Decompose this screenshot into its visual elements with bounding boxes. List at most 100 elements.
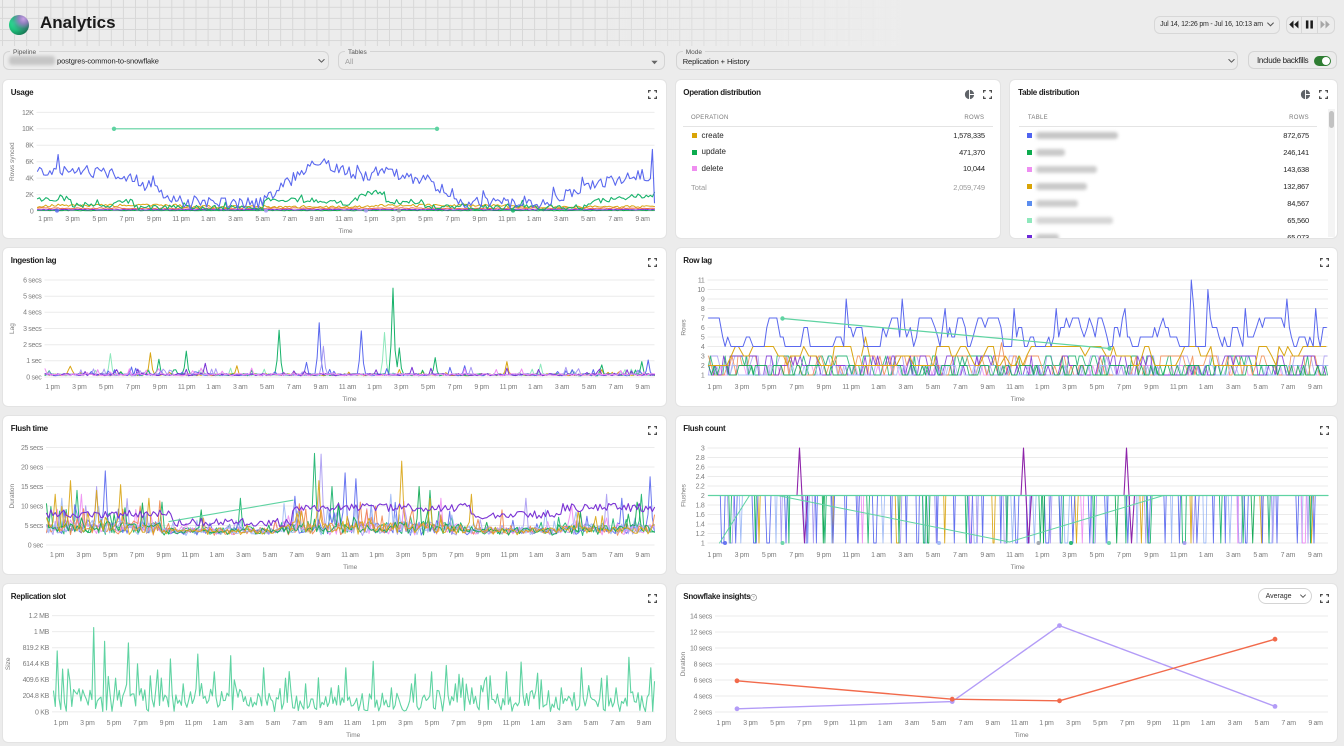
svg-text:9 pm: 9 pm xyxy=(816,552,831,559)
svg-text:7 pm: 7 pm xyxy=(448,384,463,391)
svg-text:7 am: 7 am xyxy=(292,720,307,727)
svg-text:0 sec: 0 sec xyxy=(28,542,44,549)
svg-text:12K: 12K xyxy=(22,110,34,117)
svg-text:9 pm: 9 pm xyxy=(474,384,489,391)
svg-text:1 am: 1 am xyxy=(201,216,216,223)
svg-text:14 secs: 14 secs xyxy=(689,613,712,620)
svg-text:7 am: 7 am xyxy=(953,384,968,391)
svg-text:9 pm: 9 pm xyxy=(1144,552,1159,559)
svg-text:3 pm: 3 pm xyxy=(80,720,95,727)
svg-text:1 pm: 1 pm xyxy=(716,720,731,727)
svg-text:2 secs: 2 secs xyxy=(23,342,42,349)
svg-text:9 am: 9 am xyxy=(1307,384,1322,391)
svg-text:7 am: 7 am xyxy=(1280,384,1295,391)
svg-text:7 am: 7 am xyxy=(608,216,623,223)
svg-text:5 pm: 5 pm xyxy=(418,216,433,223)
svg-text:2.6: 2.6 xyxy=(695,464,704,471)
svg-text:9 pm: 9 pm xyxy=(816,384,831,391)
svg-text:11 pm: 11 pm xyxy=(1172,720,1190,727)
svg-text:11 am: 11 am xyxy=(1010,720,1028,727)
svg-text:7 pm: 7 pm xyxy=(133,720,148,727)
svg-text:5 pm: 5 pm xyxy=(99,384,114,391)
svg-text:1 am: 1 am xyxy=(871,552,886,559)
svg-text:20 secs: 20 secs xyxy=(21,464,44,471)
svg-text:Duration: Duration xyxy=(680,651,687,676)
svg-text:1 pm: 1 pm xyxy=(367,384,382,391)
svg-text:1 am: 1 am xyxy=(213,720,228,727)
svg-text:1: 1 xyxy=(700,540,704,547)
svg-text:5 pm: 5 pm xyxy=(422,552,437,559)
svg-text:1.8: 1.8 xyxy=(695,502,704,509)
svg-text:9 pm: 9 pm xyxy=(1146,720,1161,727)
svg-text:0 sec: 0 sec xyxy=(26,374,42,381)
svg-text:3 pm: 3 pm xyxy=(1062,552,1077,559)
svg-text:3 pm: 3 pm xyxy=(398,720,413,727)
svg-text:1.6: 1.6 xyxy=(695,512,704,519)
svg-text:5 am: 5 am xyxy=(584,720,599,727)
svg-text:3 pm: 3 pm xyxy=(1066,720,1081,727)
svg-text:3 pm: 3 pm xyxy=(72,384,87,391)
svg-text:5 am: 5 am xyxy=(266,720,281,727)
svg-text:9 pm: 9 pm xyxy=(823,720,838,727)
svg-text:11 am: 11 am xyxy=(341,552,359,559)
svg-text:11 pm: 11 pm xyxy=(185,720,203,727)
svg-text:4K: 4K xyxy=(26,176,35,183)
svg-text:1 am: 1 am xyxy=(1198,552,1213,559)
svg-text:7 pm: 7 pm xyxy=(451,720,466,727)
svg-text:7 pm: 7 pm xyxy=(1116,552,1131,559)
svg-text:Time: Time xyxy=(342,396,357,403)
svg-text:9 am: 9 am xyxy=(310,216,325,223)
svg-text:5 am: 5 am xyxy=(255,216,270,223)
svg-text:1 pm: 1 pm xyxy=(54,720,69,727)
svg-text:1 pm: 1 pm xyxy=(707,552,722,559)
svg-text:1 am: 1 am xyxy=(210,552,225,559)
svg-text:1 pm: 1 pm xyxy=(1039,720,1054,727)
svg-text:1 pm: 1 pm xyxy=(369,552,384,559)
svg-text:Rows: Rows xyxy=(680,319,687,336)
svg-text:11 pm: 11 pm xyxy=(498,216,516,223)
svg-text:5 am: 5 am xyxy=(260,384,275,391)
svg-text:3 am: 3 am xyxy=(557,720,572,727)
svg-text:1 pm: 1 pm xyxy=(364,216,379,223)
svg-text:6: 6 xyxy=(700,325,704,332)
svg-text:11 pm: 11 pm xyxy=(500,384,518,391)
svg-text:2 secs: 2 secs xyxy=(693,709,712,716)
svg-text:9 pm: 9 pm xyxy=(153,384,168,391)
svg-text:9 pm: 9 pm xyxy=(476,552,491,559)
svg-text:5 pm: 5 pm xyxy=(107,720,122,727)
svg-text:11 pm: 11 pm xyxy=(849,720,867,727)
svg-text:3: 3 xyxy=(700,353,704,360)
svg-text:11 am: 11 am xyxy=(1006,384,1024,391)
svg-text:9: 9 xyxy=(700,296,704,303)
svg-text:1 am: 1 am xyxy=(871,384,886,391)
svg-text:1 am: 1 am xyxy=(527,216,542,223)
svg-text:204.8 KB: 204.8 KB xyxy=(23,693,50,700)
svg-text:5 am: 5 am xyxy=(582,552,597,559)
svg-text:2.4: 2.4 xyxy=(695,474,704,481)
svg-text:9 am: 9 am xyxy=(980,552,995,559)
svg-text:3 am: 3 am xyxy=(555,384,570,391)
svg-text:7 am: 7 am xyxy=(282,216,297,223)
svg-text:3 am: 3 am xyxy=(898,552,913,559)
svg-text:1 am: 1 am xyxy=(877,720,892,727)
svg-text:Time: Time xyxy=(346,732,361,739)
svg-text:5 am: 5 am xyxy=(582,384,597,391)
svg-text:7 am: 7 am xyxy=(609,552,624,559)
svg-text:7 pm: 7 pm xyxy=(449,552,464,559)
svg-text:9 am: 9 am xyxy=(635,552,650,559)
svg-text:3 am: 3 am xyxy=(236,552,251,559)
svg-text:3 pm: 3 pm xyxy=(394,384,409,391)
svg-text:3 am: 3 am xyxy=(233,384,248,391)
svg-text:Duration: Duration xyxy=(9,484,16,509)
svg-text:11 pm: 11 pm xyxy=(842,384,860,391)
svg-text:3 pm: 3 pm xyxy=(734,552,749,559)
svg-text:7 pm: 7 pm xyxy=(130,552,145,559)
svg-text:12 secs: 12 secs xyxy=(689,629,712,636)
svg-text:3 pm: 3 pm xyxy=(76,552,91,559)
svg-text:1 pm: 1 pm xyxy=(38,216,53,223)
svg-text:1 pm: 1 pm xyxy=(372,720,387,727)
svg-text:Flushes: Flushes xyxy=(680,483,687,507)
svg-text:0: 0 xyxy=(30,208,34,215)
svg-text:5 pm: 5 pm xyxy=(761,552,776,559)
svg-text:5 pm: 5 pm xyxy=(1089,384,1104,391)
